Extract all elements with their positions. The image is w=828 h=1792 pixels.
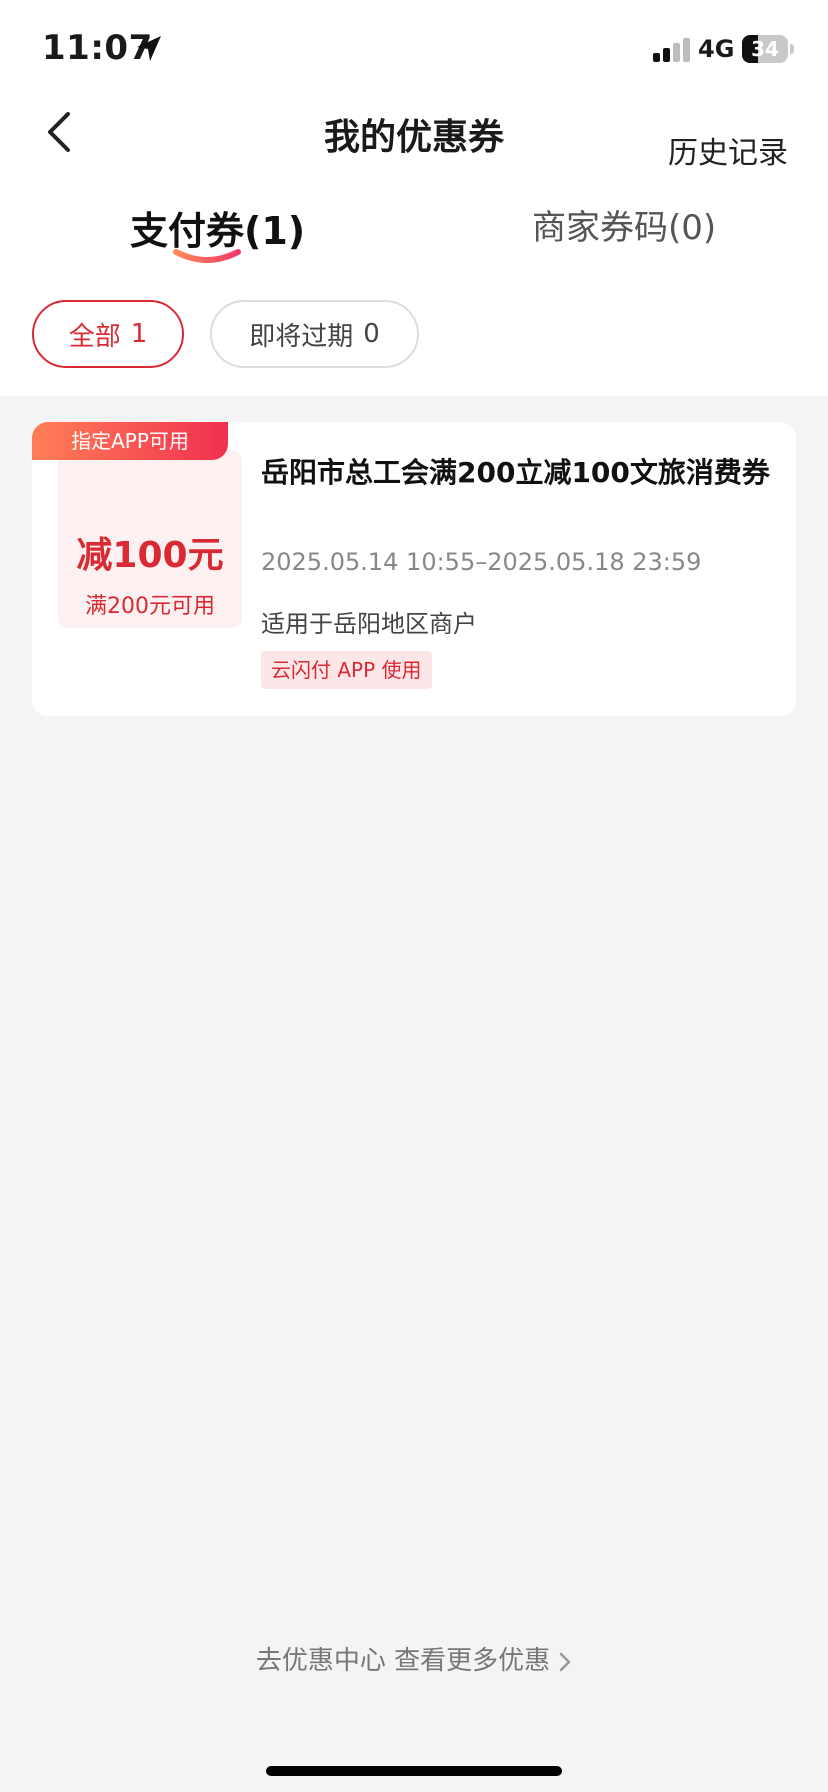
app-only-tag: 指定APP可用 [32, 422, 228, 460]
filter-expiring-label: 即将过期 [249, 321, 354, 352]
coupon-card[interactable]: 减100元 满200元可用 指定APP可用 岳阳市总工会满200立减100文旅消… [32, 422, 796, 716]
filter-expiring[interactable]: 即将过期 0 [210, 300, 419, 368]
more-offers-link[interactable]: 去优惠中心 查看更多优惠 [0, 1640, 828, 1677]
coupon-usage-badge: 云闪付 APP 使用 [261, 651, 432, 689]
home-indicator [266, 1766, 562, 1776]
tab-merchant-codes[interactable]: 商家券码(0) [532, 200, 716, 249]
filter-expiring-count: 0 [363, 319, 380, 349]
coupon-value-box: 减100元 满200元可用 [58, 450, 242, 628]
location-arrow-icon [137, 36, 161, 61]
filter-all-count: 1 [130, 319, 148, 349]
network-type: 4G [698, 35, 735, 63]
coupon-title: 岳阳市总工会满200立减100文旅消费券 [261, 456, 770, 489]
coupon-scope: 适用于岳阳地区商户 [261, 610, 477, 638]
battery-icon: 34 [742, 35, 794, 63]
header-area: 11:07 4G 34 我的优惠券 历史记录 支付券(1) 商家券码(0) 全部… [0, 0, 828, 396]
filter-all[interactable]: 全部 1 [32, 300, 184, 368]
battery-level: 34 [751, 37, 779, 61]
history-link[interactable]: 历史记录 [668, 128, 788, 172]
active-tab-indicator [173, 249, 241, 263]
filter-all-label: 全部 [68, 321, 121, 352]
more-offers-label: 去优惠中心 查看更多优惠 [255, 1646, 551, 1676]
coupon-condition: 满200元可用 [85, 594, 215, 619]
chevron-right-icon [559, 1652, 571, 1671]
coupon-amount: 减100元 [76, 535, 224, 576]
signal-bars-icon [653, 38, 690, 62]
coupon-validity: 2025.05.14 10:55–2025.05.18 23:59 [261, 548, 702, 576]
